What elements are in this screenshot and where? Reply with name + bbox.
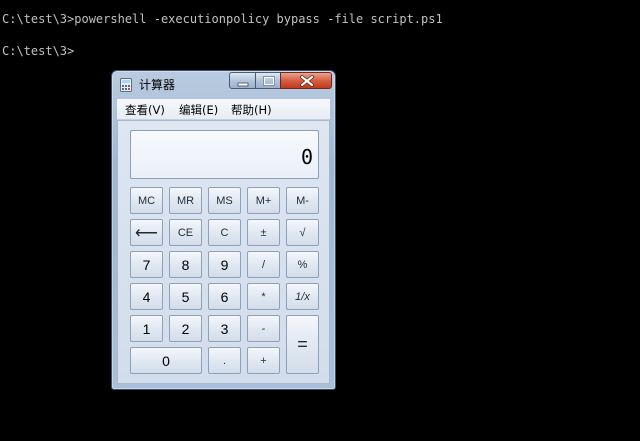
digit-4-button[interactable]: 4 (130, 283, 163, 310)
menu-edit[interactable]: 编辑(E) (179, 102, 218, 118)
maximize-button[interactable] (255, 72, 281, 89)
calculator-title-bar[interactable]: 计算器 (112, 71, 335, 97)
window-title: 计算器 (139, 78, 176, 92)
display-value: 0 (300, 145, 313, 169)
digit-5-button[interactable]: 5 (169, 283, 202, 310)
minimize-icon (237, 82, 249, 87)
digit-2-button[interactable]: 2 (169, 315, 202, 342)
divide-button[interactable]: / (247, 251, 280, 278)
caption-buttons (229, 72, 332, 90)
calculator-icon (120, 78, 132, 92)
maximize-icon (263, 76, 275, 86)
calculator-window: 计算器 查看(V) 编辑(E) 帮助(H) 0 MC MR MS M+ M- ⟵… (111, 70, 336, 390)
ce-button[interactable]: CE (169, 219, 202, 246)
digit-0-button[interactable]: 0 (130, 347, 202, 374)
digit-9-button[interactable]: 9 (208, 251, 241, 278)
minimize-button[interactable] (229, 72, 256, 89)
digit-7-button[interactable]: 7 (130, 251, 163, 278)
menu-bar: 查看(V) 编辑(E) 帮助(H) (117, 99, 330, 120)
equals-button[interactable]: = (286, 315, 319, 374)
close-icon (300, 75, 314, 87)
m-minus-button[interactable]: M- (286, 187, 319, 214)
digit-6-button[interactable]: 6 (208, 283, 241, 310)
backspace-button[interactable]: ⟵ (130, 219, 163, 246)
plus-button[interactable]: + (247, 347, 280, 374)
clear-button[interactable]: C (208, 219, 241, 246)
mr-button[interactable]: MR (169, 187, 202, 214)
minus-button[interactable]: - (247, 315, 280, 342)
ms-button[interactable]: MS (208, 187, 241, 214)
digit-3-button[interactable]: 3 (208, 315, 241, 342)
close-button[interactable] (280, 72, 332, 89)
reciprocal-button[interactable]: 1/x (286, 283, 319, 310)
calculator-body: 0 MC MR MS M+ M- ⟵ CE C ± √ 7 8 9 / % 4 … (117, 120, 330, 384)
mc-button[interactable]: MC (130, 187, 163, 214)
digit-8-button[interactable]: 8 (169, 251, 202, 278)
digit-1-button[interactable]: 1 (130, 315, 163, 342)
m-plus-button[interactable]: M+ (247, 187, 280, 214)
calculator-display: 0 (130, 130, 319, 179)
console-command-line: C:\test\3>powershell -executionpolicy by… (2, 12, 443, 26)
percent-button[interactable]: % (286, 251, 319, 278)
decimal-button[interactable]: . (208, 347, 241, 374)
sqrt-button[interactable]: √ (286, 219, 319, 246)
menu-view[interactable]: 查看(V) (125, 102, 165, 118)
multiply-button[interactable]: * (247, 283, 280, 310)
console-prompt-line: C:\test\3> (2, 44, 75, 58)
plus-minus-button[interactable]: ± (247, 219, 280, 246)
menu-help[interactable]: 帮助(H) (231, 102, 272, 118)
